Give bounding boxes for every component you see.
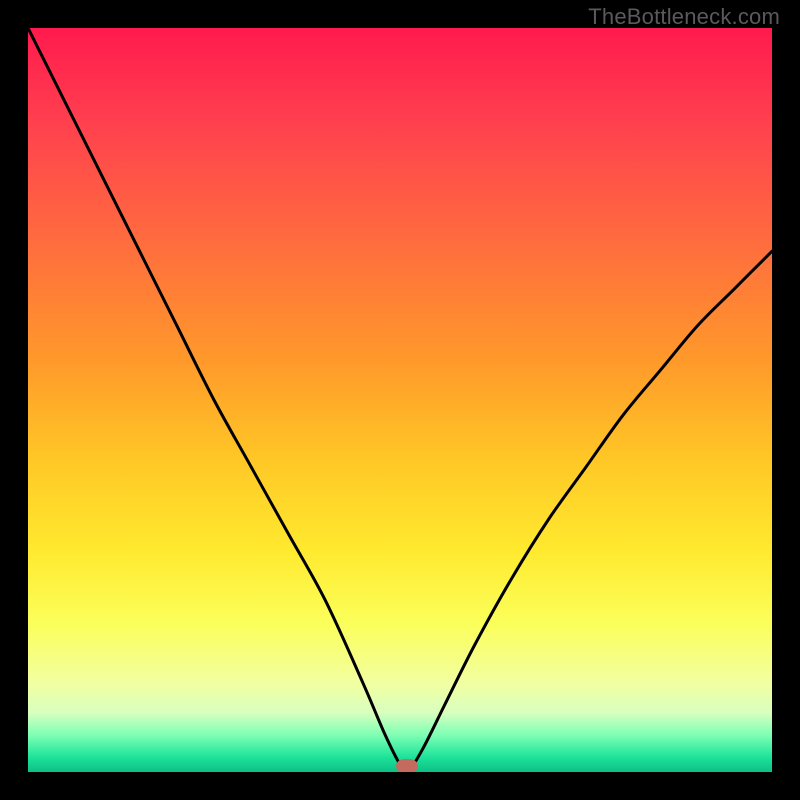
chart-frame: TheBottleneck.com [0,0,800,800]
bottleneck-curve [28,28,772,772]
optimum-marker [396,759,418,772]
plot-area [28,28,772,772]
watermark-text: TheBottleneck.com [588,4,780,30]
